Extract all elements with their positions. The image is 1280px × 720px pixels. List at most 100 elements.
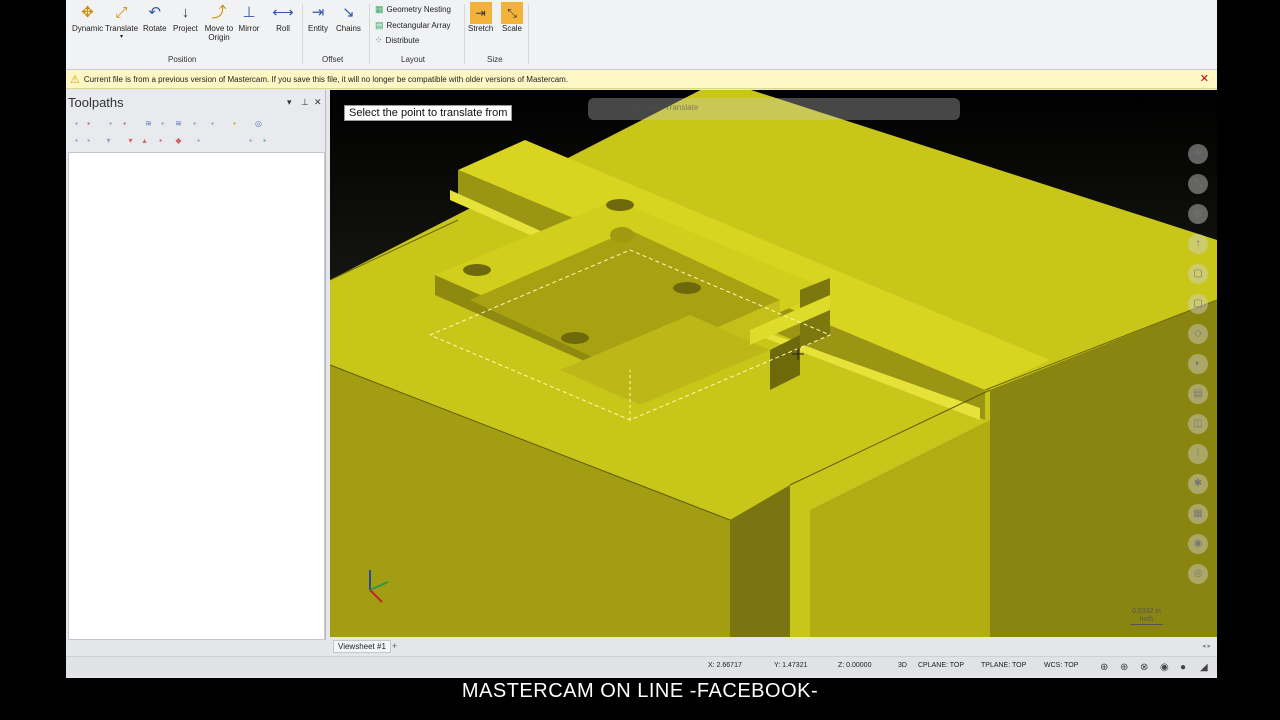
move-to-origin-button[interactable]: ⤴ Move to Origin [202,2,236,42]
distribute-icon: ⁘ [375,35,383,45]
gview-front-icon[interactable]: ▢ [1188,264,1208,284]
view-cube-icon[interactable]: ⊕ [1100,662,1108,673]
highfeed-icon[interactable]: ▪ [208,119,217,128]
fit-icon[interactable]: ◎ [1188,204,1208,224]
pin-icon[interactable]: ⊥ [301,97,309,108]
zoom-in-icon[interactable]: ＋ [1188,144,1208,164]
selection-toolbar-label: Gnomon / Translate [628,103,699,112]
shade-icon[interactable]: ◐ [1188,354,1208,374]
gview-top-icon[interactable]: ↑ [1188,234,1208,254]
color-icon[interactable]: ◢ [1200,662,1208,673]
chains-offset-icon: ↘ [342,4,355,21]
rotate-icon: ↶ [148,4,162,21]
hidden-line-icon[interactable]: ◫ [1188,414,1208,434]
expand-icon[interactable]: ▾ [104,136,113,145]
scale-bar: 0.5332 in Inch [1130,608,1163,625]
project-icon: ↓ [181,4,190,21]
backplot-icon[interactable]: ≋ [144,119,153,128]
video-caption: MASTERCAM ON LINE -FACEBOOK- [461,680,819,702]
roll-icon: ⟷ [272,4,294,21]
offset-group-label: Offset [322,55,344,64]
gview-right-icon[interactable]: ▢ [1188,294,1208,314]
scroll-icon[interactable]: ▪ [194,136,203,145]
diamond-icon[interactable]: ◆ [174,136,183,145]
tab-scroll-arrows[interactable]: ◂ ▸ [1202,642,1211,650]
geometry-nesting-button[interactable]: ▦ Geometry Nesting [375,4,451,15]
measure-icon[interactable]: ◎ [1188,564,1208,584]
toolpaths-tree[interactable] [68,152,325,640]
position-group-label: Position [168,55,197,64]
graphics-viewport[interactable]: Select the point to translate from Gnomo… [330,90,1217,637]
lock-icon[interactable]: ▪ [72,136,81,145]
stretch-icon: ⇥ [469,2,492,24]
select-all-icon[interactable]: ▪ [72,119,81,128]
nesting-icon: ▦ [375,4,384,14]
rectangular-array-button[interactable]: ▤ Rectangular Array [375,20,451,31]
rotate-button[interactable]: ↶ Rotate [143,2,167,33]
toggle-display-icon[interactable]: ▪ [230,119,239,128]
layout-group-label: Layout [401,55,426,64]
compatibility-warning-bar: ⚠ Current file is from a previous versio… [66,70,1217,89]
wcs-selector[interactable]: WCS: TOP [1044,662,1078,669]
levels-icon[interactable]: ✱ [1188,474,1208,494]
z-coordinate[interactable]: Z: 0.00000 [838,662,871,669]
add-viewsheet-button[interactable]: + [392,641,397,651]
prompt-label: Select the point to translate from [344,105,513,121]
toolpaths-panel: Toolpaths ▾ ⊥ ✕ ▪ ▪ ▪ ▪ ≋ ▪ ≋ ▪ ▪ ▪ ◎ ▪ … [66,90,326,640]
shaded-mode-icon[interactable]: ◉ [1160,662,1169,673]
entity-button[interactable]: ⇥ Entity [307,2,329,33]
show-icon[interactable]: ▪ [260,136,269,145]
dynamic-button[interactable]: ✥ Dynamic [72,2,103,33]
warning-icon: ⚠ [70,73,80,86]
ribbon-divider [464,4,465,64]
tplane-selector[interactable]: TPLANE: TOP [981,662,1026,669]
regenerate-dirty-icon[interactable]: ▪ [120,119,129,128]
help-icon[interactable]: ◎ [254,119,263,128]
move-to-origin-icon: ⤴ [211,4,227,21]
wireframe-mode-icon[interactable]: ⊗ [1140,662,1148,673]
orbit-icon[interactable]: ⊕ [1120,662,1128,673]
close-icon[interactable]: ✕ [314,97,322,108]
chains-button[interactable]: ↘ Chains [336,2,361,33]
y-coordinate: Y: 1.47321 [774,662,808,669]
wireframe-icon[interactable]: ▤ [1188,384,1208,404]
translate-button[interactable]: ⤢ Translate ▾ [105,2,138,42]
insert-arrow-icon[interactable]: ▪ [156,136,165,145]
scale-button[interactable]: ⤡ Scale [501,2,523,33]
viewsheet-tabbar: Viewsheet #1 + ◂ ▸ [330,638,1217,656]
move-up-icon[interactable]: ▴ [140,136,149,145]
stretch-button[interactable]: ⇥ Stretch [468,2,493,33]
analyze-icon[interactable]: ⁝ [1188,444,1208,464]
simulate-icon[interactable]: ≋ [174,119,183,128]
mode-toggle[interactable]: 3D [898,662,907,669]
hide-icon[interactable]: ▪ [246,136,255,145]
verify-icon[interactable]: ▪ [158,119,167,128]
mirror-button[interactable]: ⊥ Mirror [238,2,260,33]
dynamic-icon: ✥ [81,4,94,21]
panel-title: Toolpaths [68,95,124,110]
select-failed-icon[interactable]: ▪ [84,119,93,128]
close-icon[interactable]: ✕ [1200,72,1209,85]
ribbon-divider [369,4,370,64]
roll-button[interactable]: ⟷ Roll [272,2,294,33]
ribbon-divider [528,4,529,64]
distribute-button[interactable]: ⁘ Distribute [375,35,419,46]
array-icon: ▤ [375,20,384,30]
cplane-selector[interactable]: CPLANE: TOP [918,662,964,669]
unlock-icon[interactable]: ▪ [84,136,93,145]
clear-colors-icon[interactable]: ▦ [1188,504,1208,524]
chevron-down-icon: ▾ [120,34,124,40]
selection-toolbar[interactable]: Gnomon / Translate [588,98,960,120]
regenerate-icon[interactable]: ▪ [106,119,115,128]
size-group-label: Size [487,55,503,64]
tab-viewsheet-1[interactable]: Viewsheet #1 [333,640,391,653]
move-down-icon[interactable]: ▾ [126,136,135,145]
render-mode-icon[interactable]: ● [1180,662,1186,673]
ribbon-divider [302,4,303,64]
project-button[interactable]: ↓ Project [173,2,198,33]
post-icon[interactable]: ▪ [190,119,199,128]
settings-icon[interactable]: ◉ [1188,534,1208,554]
panel-dropdown-icon[interactable]: ▾ [287,97,292,108]
gview-iso-icon[interactable]: ◇ [1188,324,1208,344]
zoom-window-icon[interactable]: ⤡ [1188,174,1208,194]
